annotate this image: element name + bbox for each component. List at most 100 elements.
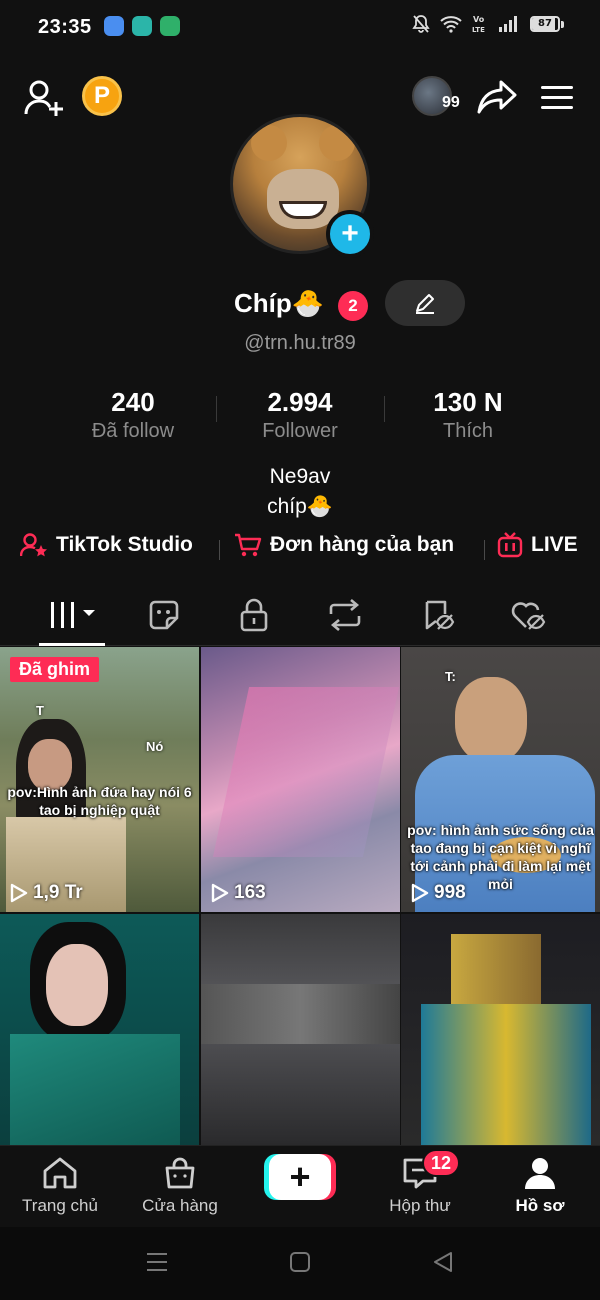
nav-profile-label: Hồ sơ [515,1196,565,1215]
tab-liked[interactable] [488,586,568,644]
tab-stickers[interactable] [124,586,204,644]
following-count: 240 [111,387,155,417]
lock-icon [240,598,268,632]
tab-private[interactable] [214,586,294,644]
menu-button[interactable] [536,76,578,120]
username: @trn.hu.tr89 [244,332,356,354]
live-link[interactable]: LIVE [497,532,578,558]
person-star-icon [20,533,47,557]
view-count: 163 [211,882,266,904]
profile-tabs [0,586,600,646]
system-back-button[interactable] [432,1251,454,1278]
likes-count: 130 N [433,387,503,417]
bottom-navigation: Trang chủ Cửa hàng + Hộp thư 12 Hồ sơ [0,1145,600,1227]
back-triangle-icon [434,1252,452,1272]
orders-label: Đơn hàng của bạn [270,533,455,556]
create-button[interactable]: + [264,1154,336,1200]
profile-avatar-container: + [230,114,374,258]
svg-text:Vo: Vo [473,15,485,24]
system-navigation-bar [0,1227,600,1300]
followers-count: 2.994 [267,387,333,417]
tiktok-studio-label: TikTok Studio [56,533,193,556]
followers-stat[interactable]: 2.994 Follower [215,386,385,444]
live-label: LIVE [531,533,578,556]
notification-badge[interactable]: 2 [338,291,368,321]
view-count-value: 163 [234,882,266,903]
home-icon [43,1157,77,1189]
status-indicators: Vo LTE 87 [412,14,564,34]
display-name: Chíp🐣 [234,288,325,318]
view-count: 998 [411,882,466,904]
battery-icon: 87 [530,16,564,32]
notification-app-icons [104,16,180,36]
hamburger-menu-icon [541,86,573,109]
video-thumbnail[interactable] [201,914,400,1145]
coins-button[interactable]: P [82,76,122,116]
video-thumbnail[interactable]: Đã ghim T Nó pov:Hình ảnh đứa hay nói 6 … [0,647,199,912]
shield-notification-icon [160,16,180,36]
tab-favorites[interactable] [398,586,478,644]
add-story-button[interactable]: + [326,210,374,258]
shopping-bag-icon [165,1157,195,1189]
pencil-icon [416,294,434,314]
system-home-button[interactable] [289,1251,311,1278]
create-icon: + [269,1154,331,1200]
view-count-value: 1,9 Tr [33,882,83,903]
view-count: 1,9 Tr [10,882,83,904]
tile-text: T: [445,669,456,684]
following-stat[interactable]: 240 Đã follow [48,386,218,444]
video-grid: Đã ghim T Nó pov:Hình ảnh đứa hay nói 6 … [0,647,600,1145]
signal-icon [499,16,517,32]
tile-text: Nó [146,739,164,754]
system-recents-button[interactable] [146,1251,168,1278]
nav-shop[interactable]: Cửa hàng [120,1156,240,1216]
nav-home[interactable]: Trang chủ [0,1156,120,1216]
profile-name-row: Chíp🐣 2 [0,280,600,328]
nav-shop-label: Cửa hàng [142,1196,218,1215]
bookmark-hidden-icon [425,600,455,630]
svg-text:LTE: LTE [472,26,485,34]
profile-bio: Ne9av chíp🐣 [0,462,600,522]
sticker-icon [149,600,179,630]
video-thumbnail[interactable]: 163 [201,647,400,912]
video-caption: pov:Hình ảnh đứa hay nói 6 tao bị nghiệp… [7,784,192,818]
likes-stat[interactable]: 130 N Thích [383,386,553,444]
grid-bars-icon [51,602,95,628]
quick-links: TikTok Studio Đơn hàng của bạn LIVE [0,532,600,568]
square-home-icon [290,1252,310,1272]
app-notification-icon [104,16,124,36]
status-time: 23:35 [38,16,92,38]
profile-stats: 240 Đã follow 2.994 Follower 130 N Thích [0,386,600,450]
add-friend-button[interactable] [22,76,66,120]
battery-level: 87 [538,18,552,29]
heart-hidden-icon [511,602,546,630]
plus-icon: + [341,217,359,250]
active-tab-indicator [39,643,105,646]
nav-inbox-label: Hộp thư [389,1196,451,1215]
edit-profile-button[interactable] [385,280,465,326]
profile-icon [525,1158,555,1189]
bell-off-icon [412,15,430,33]
tab-videos[interactable] [32,586,112,644]
orders-link[interactable]: Đơn hàng của bạn [234,532,454,558]
nav-home-label: Trang chủ [22,1196,98,1215]
share-profile-button[interactable] [474,74,520,120]
nav-inbox[interactable]: Hộp thư [360,1156,480,1216]
video-thumbnail[interactable]: T: pov: hình ảnh sức sống của tao đang b… [401,647,600,912]
following-label: Đã follow [91,420,175,442]
add-user-icon [24,80,63,116]
tab-reposts[interactable] [305,586,385,644]
tiktok-studio-link[interactable]: TikTok Studio [20,532,193,558]
video-thumbnail[interactable] [401,914,600,1145]
view-count-value: 998 [434,882,466,903]
play-icon [10,883,28,903]
recents-icon [147,1253,167,1271]
status-bar: 23:35 Vo LTE 87 [0,0,600,54]
pinned-badge: Đã ghim [10,657,100,682]
video-thumbnail[interactable] [0,914,199,1145]
wifi-icon [440,16,462,33]
nav-profile[interactable]: Hồ sơ [480,1156,600,1216]
repost-icon [329,599,361,631]
volte-icon: Vo LTE [472,15,485,34]
play-icon [411,883,429,903]
